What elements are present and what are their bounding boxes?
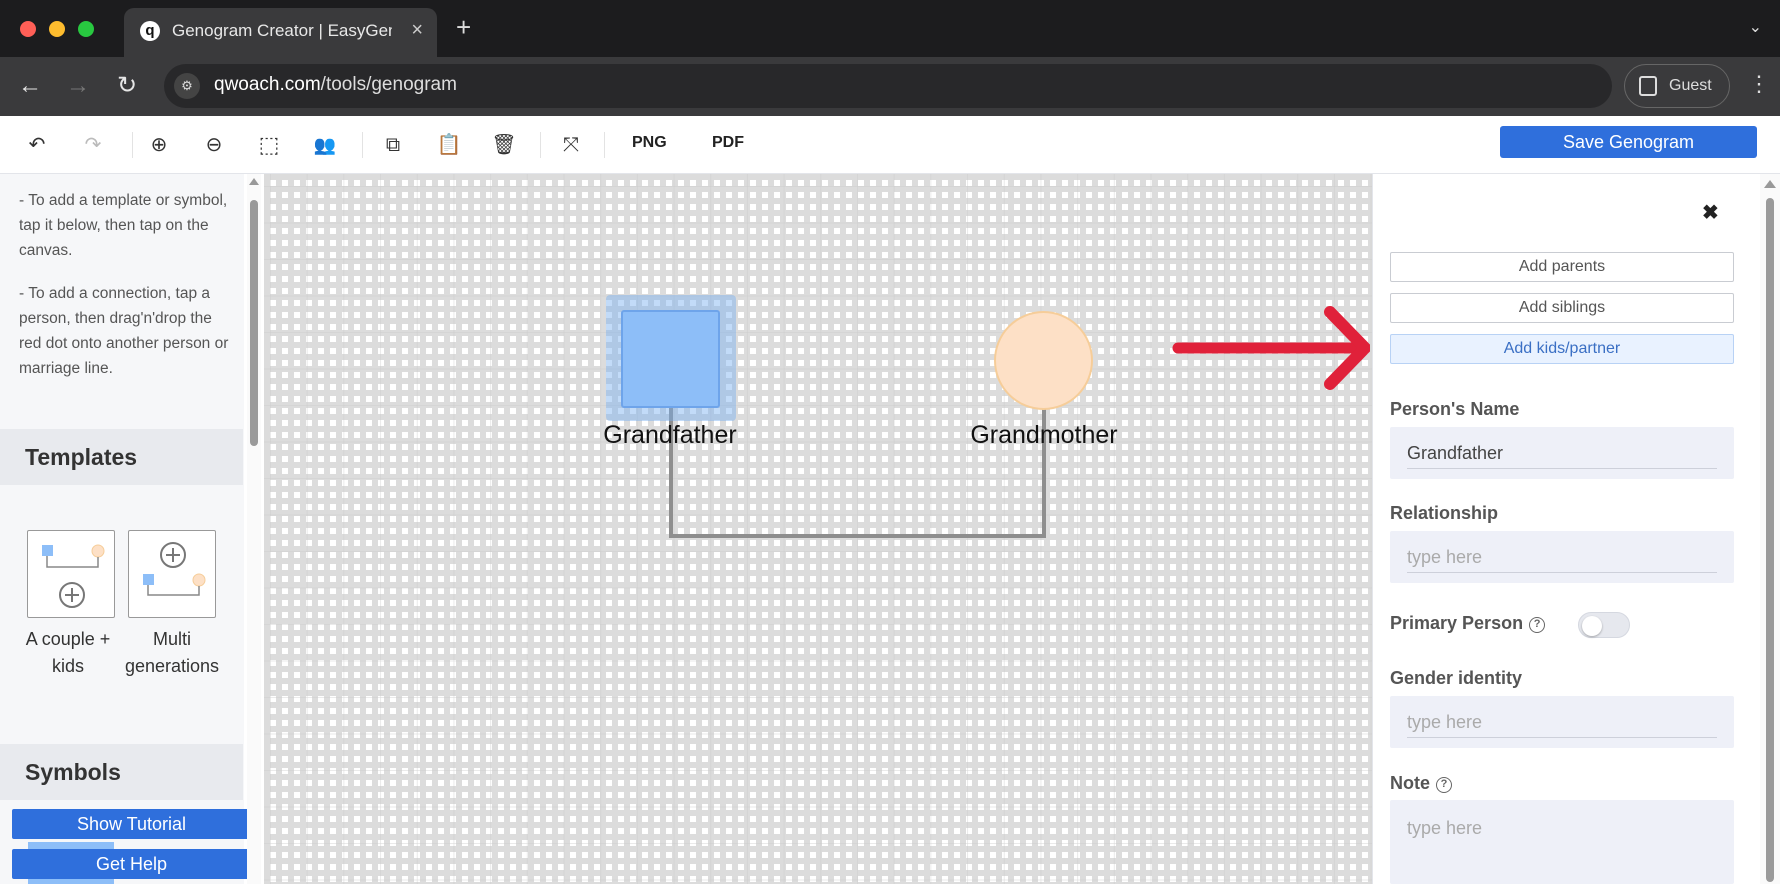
help-icon[interactable]: ? [1436,777,1452,793]
zoom-in-icon[interactable]: ⊕ [144,130,174,160]
save-genogram-button[interactable]: Save Genogram [1500,126,1757,158]
url-text[interactable]: qwoach.com/tools/genogram [214,74,457,96]
field-underline [1407,468,1717,469]
template-label: Multi generations [124,629,220,676]
multi-generations-diagram-icon [143,542,206,596]
add-siblings-button[interactable]: Add siblings [1390,293,1734,323]
symbols-heading: Symbols [0,744,243,800]
toggle-knob [1582,616,1602,636]
help-icon[interactable]: ? [1529,617,1546,633]
canvas-grid [264,174,1372,884]
minimize-window-button[interactable] [49,21,65,37]
field-underline [1407,572,1717,573]
maximize-window-button[interactable] [78,21,94,37]
export-png-button[interactable]: PNG [632,134,667,152]
help-template: - To add a template or symbol, tap it be… [19,192,228,259]
persons-name-field[interactable]: Grandfather [1390,427,1734,479]
primary-person-toggle[interactable] [1578,612,1630,638]
profile-icon [1639,76,1657,96]
persons-name-label: Person's Name [1390,399,1520,419]
template-couple-kids[interactable] [27,530,115,618]
close-icon[interactable]: ✖ [1702,200,1719,225]
scroll-up-icon[interactable] [249,178,259,185]
paste-icon[interactable]: 📋 [434,130,464,160]
marriage-line[interactable] [669,534,1046,538]
delete-icon[interactable]: 🗑 [489,130,519,160]
tab-list-chevron-icon[interactable]: ⌄ [1749,17,1762,37]
show-tutorial-button[interactable]: Show Tutorial [12,809,251,839]
group-icon[interactable]: 👥 [310,130,340,160]
browser-tab[interactable]: q Genogram Creator | EasyGen × [124,8,437,57]
panel-scrollbar[interactable] [1760,174,1780,884]
navigation-bar: ← → ↻ ⚙ qwoach.com/tools/genogram Guest … [0,57,1780,116]
relationship-placeholder: type here [1407,547,1483,567]
field-underline [1407,737,1717,738]
url-domain: qwoach.com [214,74,321,95]
reload-icon[interactable]: ↻ [117,71,137,101]
toolbar-divider [132,132,133,158]
person-node-grandmother[interactable] [994,311,1093,410]
gender-identity-placeholder: type here [1407,712,1483,732]
gender-identity-field[interactable]: type here [1390,696,1734,748]
site-settings-icon[interactable]: ⚙ [174,73,200,99]
back-icon[interactable]: ← [18,71,42,101]
forward-icon[interactable]: → [66,71,90,101]
close-window-button[interactable] [20,21,36,37]
address-bar[interactable]: ⚙ qwoach.com/tools/genogram [164,64,1612,108]
note-placeholder: type here [1407,818,1483,838]
toolbar-divider [604,132,605,158]
new-tab-icon[interactable]: + [456,13,471,41]
zoom-out-icon[interactable]: ⊖ [199,130,229,160]
select-area-icon[interactable]: ⬚ [254,130,284,160]
note-text: Note [1390,773,1430,793]
browser-menu-icon[interactable]: ⋮ [1748,71,1770,97]
sidebar-scrollbar[interactable] [247,174,261,884]
export-pdf-button[interactable]: PDF [712,134,744,152]
get-help-button[interactable]: Get Help [12,849,251,879]
left-sidebar: - To add a template or symbol, tap it be… [0,174,244,884]
primary-person-text: Primary Person [1390,613,1524,633]
scroll-up-icon[interactable] [1764,180,1776,188]
browser-window: q Genogram Creator | EasyGen × + ⌄ ← → ↻… [0,0,1780,884]
add-kids-partner-button[interactable]: Add kids/partner [1390,334,1734,364]
person-label: Grandfather [603,421,737,449]
persons-name-value: Grandfather [1407,443,1504,463]
app-toolbar: ↶ ↷ ⊕ ⊖ ⬚ 👥 ⧉ 📋 🗑 ⤧ PNG PDF Save Genogra… [0,116,1780,174]
red-arrow-icon [1172,306,1370,390]
genogram-canvas[interactable]: Grandfather Grandmother [264,174,1372,884]
template-label: A couple + kids [25,629,111,676]
toolbar-divider [540,132,541,158]
note-field[interactable]: type here [1390,800,1734,884]
person-node-grandfather[interactable] [621,310,720,408]
gender-identity-label: Gender identity [1390,668,1523,688]
tab-close-icon[interactable]: × [411,19,423,42]
note-label: Note? [1390,773,1452,794]
copy-icon[interactable]: ⧉ [378,130,408,160]
relationship-label: Relationship [1390,503,1499,523]
help-text: - To add a template or symbol, tap it be… [19,188,229,399]
toolbar-divider [362,132,363,158]
tab-title: Genogram Creator | EasyGen [172,21,392,40]
couple-kids-diagram-icon [42,544,105,608]
sidebar-scroll-thumb[interactable] [250,200,258,446]
relationship-field[interactable]: type here [1390,531,1734,583]
template-multi-generations[interactable] [128,530,216,618]
templates-heading: Templates [0,429,243,485]
panel-scroll-thumb[interactable] [1766,198,1774,882]
help-connection: - To add a connection, tap a person, the… [19,285,229,377]
person-label: Grandmother [970,421,1118,449]
url-path: /tools/genogram [320,74,457,95]
tab-bar: q Genogram Creator | EasyGen × + ⌄ [0,0,1780,57]
profile-label: Guest [1669,77,1712,94]
profile-button[interactable]: Guest [1624,64,1730,108]
fit-screen-icon[interactable]: ⤧ [556,130,586,160]
add-parents-button[interactable]: Add parents [1390,252,1734,282]
primary-person-label: Primary Person? [1390,613,1546,634]
undo-icon[interactable]: ↶ [22,130,52,160]
redo-icon[interactable]: ↷ [78,130,108,160]
favicon-icon: q [140,21,160,41]
